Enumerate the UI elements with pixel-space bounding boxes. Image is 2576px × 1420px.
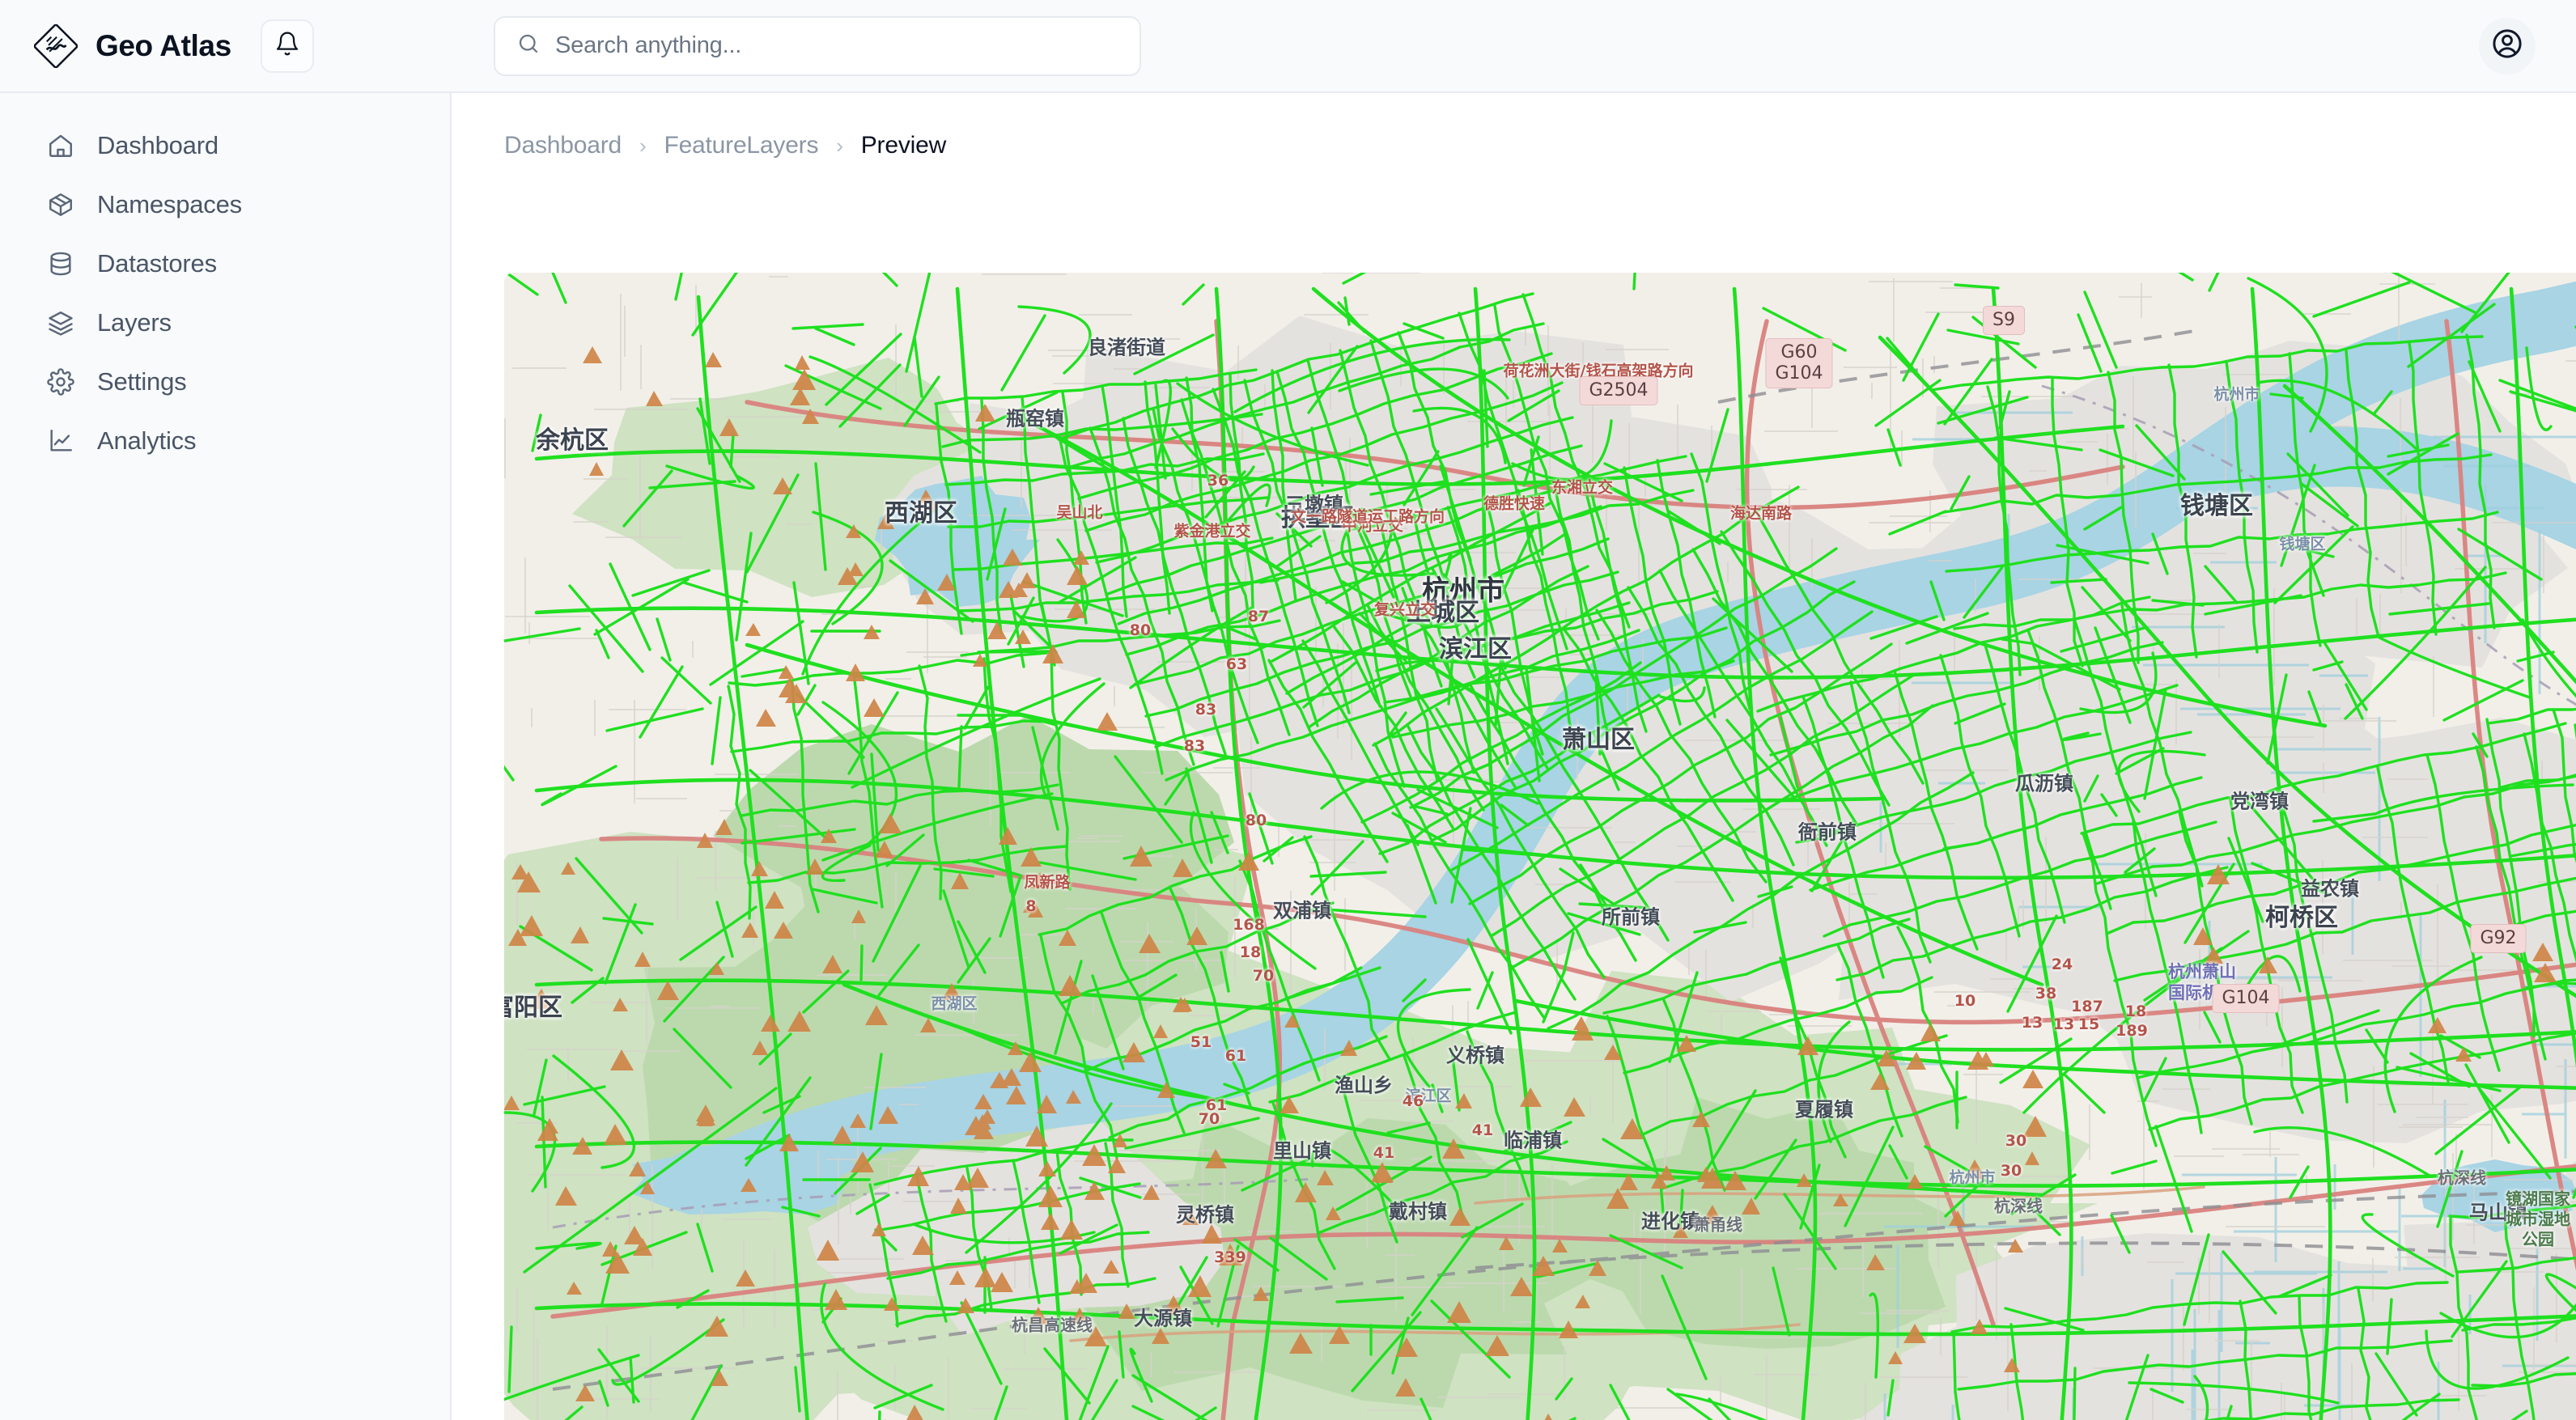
search-input[interactable]: Search anything... — [494, 16, 1141, 76]
top-bar-right: Search anything... — [452, 0, 2576, 91]
search-icon — [516, 32, 541, 60]
sidebar: Dashboard Namespaces — [0, 93, 452, 1420]
app-body: Dashboard Namespaces — [0, 93, 2576, 1420]
sidebar-item-label: Dashboard — [97, 131, 219, 160]
map-tiles — [504, 273, 2576, 1420]
sidebar-item-label: Datastores — [97, 249, 217, 278]
sidebar-item-datastores[interactable]: Datastores — [0, 234, 450, 293]
chevron-right-icon: › — [836, 134, 842, 159]
account-button[interactable] — [2479, 18, 2536, 74]
user-circle-icon — [2490, 27, 2524, 65]
search-placeholder: Search anything... — [555, 32, 741, 59]
sidebar-item-analytics[interactable]: Analytics — [0, 411, 450, 470]
breadcrumb-item-featurelayers[interactable]: FeatureLayers — [664, 132, 818, 159]
layers-icon — [45, 307, 76, 338]
breadcrumb-item-preview: Preview — [861, 132, 946, 159]
package-icon — [45, 189, 76, 220]
brand[interactable]: Geo Atlas — [0, 0, 452, 91]
sidebar-item-settings[interactable]: Settings — [0, 352, 450, 411]
sidebar-item-label: Settings — [97, 367, 186, 396]
app-root: Geo Atlas Search anything... — [0, 0, 2576, 1420]
sidebar-item-label: Layers — [97, 308, 172, 337]
map-viewport[interactable]: 杭州市绍兴市余杭区西湖区上城区滨江区萧山区拱墅区钱塘区柯桥区富阳区良渚街道瓶窑镇… — [504, 273, 2576, 1420]
sidebar-item-namespaces[interactable]: Namespaces — [0, 175, 450, 234]
sidebar-item-layers[interactable]: Layers — [0, 293, 450, 352]
chevron-right-icon: › — [639, 134, 646, 159]
database-icon — [45, 248, 76, 279]
app-title: Geo Atlas — [95, 29, 231, 63]
bell-icon — [274, 31, 300, 61]
breadcrumb: Dashboard › FeatureLayers › Preview — [452, 93, 2576, 159]
sidebar-item-label: Namespaces — [97, 190, 242, 219]
diamond-logo-icon — [34, 24, 78, 68]
line-chart-icon — [45, 426, 76, 456]
gear-icon — [45, 367, 76, 397]
top-bar: Geo Atlas Search anything... — [0, 0, 2576, 93]
sidebar-item-label: Analytics — [97, 426, 196, 456]
breadcrumb-item-dashboard[interactable]: Dashboard — [504, 132, 622, 159]
notifications-button[interactable] — [261, 19, 314, 73]
sidebar-item-dashboard[interactable]: Dashboard — [0, 116, 450, 175]
main-content: Dashboard › FeatureLayers › Preview 杭州市绍… — [452, 93, 2576, 1420]
home-icon — [45, 130, 76, 161]
